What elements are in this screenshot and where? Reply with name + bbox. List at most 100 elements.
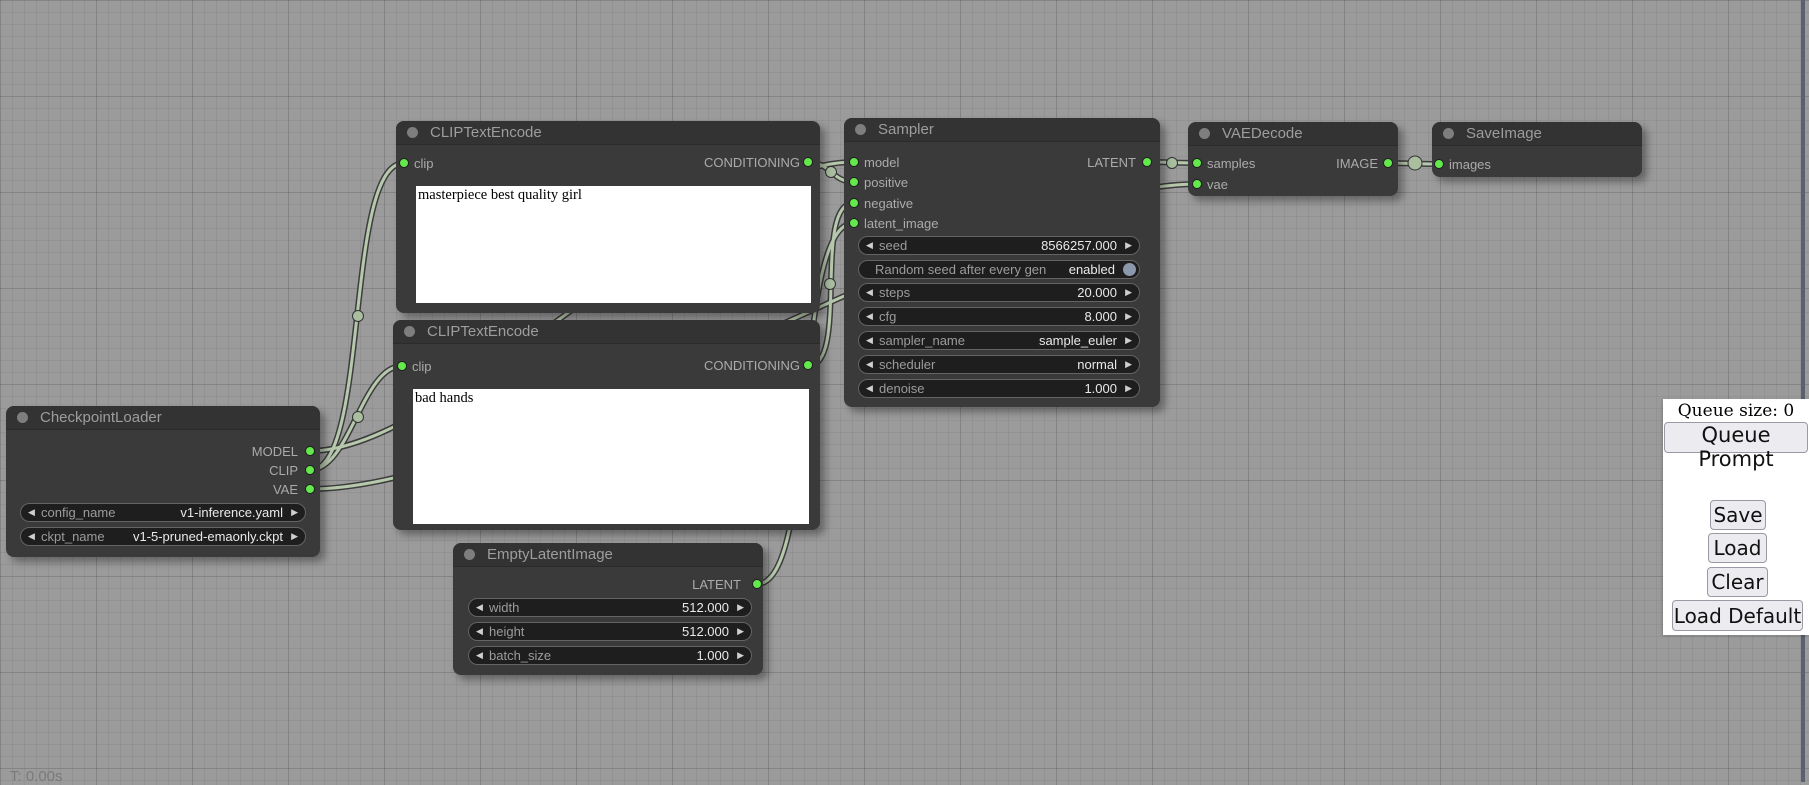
node-title-bar[interactable]: VAEDecode [1188,122,1398,146]
output-slot-clip[interactable] [305,465,315,475]
widget-label: width [489,599,519,616]
widget-label: ckpt_name [41,528,105,545]
widget-label: sampler_name [879,332,965,349]
output-slot-latent[interactable] [752,579,762,589]
widget-label: seed [879,237,907,254]
node-empty-latent-image[interactable]: EmptyLatentImage LATENT ◀ width 512.000 … [453,543,763,675]
node-title: CLIPTextEncode [430,124,542,141]
increment-arrow-icon[interactable]: ▶ [737,599,744,616]
widget-cfg[interactable]: ◀ cfg 8.000 ▶ [858,307,1140,326]
queue-prompt-button[interactable]: Queue Prompt [1664,422,1808,453]
page-scrollbar[interactable] [1801,0,1805,782]
increment-arrow-icon[interactable]: ▶ [1125,308,1132,325]
toggle-dot-icon[interactable] [1123,263,1136,276]
decrement-arrow-icon[interactable]: ◀ [28,504,35,521]
widget-sampler-name[interactable]: ◀ sampler_name sample_euler ▶ [858,331,1140,350]
collapse-dot-icon[interactable] [855,124,866,135]
node-title-bar[interactable]: CLIPTextEncode [396,121,820,145]
input-slot-samples[interactable] [1192,158,1202,168]
comfyui-canvas[interactable]: { "canvas": { "stats_text": "T: 0.00s" }… [0,0,1809,782]
input-slot-clip[interactable] [397,361,407,371]
load-default-button[interactable]: Load Default [1672,600,1803,631]
node-title: Sampler [878,121,934,138]
node-title-bar[interactable]: CLIPTextEncode [393,320,820,344]
widget-label: scheduler [879,356,935,373]
queue-panel: Queue size: 0 Queue Prompt Save Load Cle… [1663,399,1809,635]
decrement-arrow-icon[interactable]: ◀ [476,623,483,640]
widget-seed[interactable]: ◀ seed 8566257.000 ▶ [858,236,1140,255]
input-slot-model[interactable] [849,157,859,167]
output-label-latent: LATENT [1087,156,1136,169]
increment-arrow-icon[interactable]: ▶ [1125,237,1132,254]
input-slot-clip[interactable] [399,158,409,168]
node-clip-text-encode-negative[interactable]: CLIPTextEncode clip CONDITIONING bad han… [393,320,820,530]
node-title: VAEDecode [1222,125,1303,142]
node-save-image[interactable]: SaveImage images [1432,122,1642,177]
increment-arrow-icon[interactable]: ▶ [1125,332,1132,349]
load-button[interactable]: Load [1708,533,1767,563]
node-sampler[interactable]: Sampler model positive negative latent_i… [844,118,1160,407]
increment-arrow-icon[interactable]: ▶ [1125,284,1132,301]
node-title-bar[interactable]: Sampler [844,118,1160,142]
input-slot-negative[interactable] [849,198,859,208]
widget-scheduler[interactable]: ◀ scheduler normal ▶ [858,355,1140,374]
widget-value: 8.000 [1084,308,1117,325]
prompt-text-input[interactable]: bad hands [413,389,809,524]
node-title-bar[interactable]: EmptyLatentImage [453,543,763,567]
decrement-arrow-icon[interactable]: ◀ [476,599,483,616]
widget-ckpt-name[interactable]: ◀ ckpt_name v1-5-pruned-emaonly.ckpt ▶ [20,527,306,546]
widget-random-seed-toggle[interactable]: Random seed after every gen enabled [858,260,1140,279]
widget-label: config_name [41,504,115,521]
output-slot-latent[interactable] [1142,157,1152,167]
widget-steps[interactable]: ◀ steps 20.000 ▶ [858,283,1140,302]
input-slot-vae[interactable] [1192,179,1202,189]
output-slot-conditioning[interactable] [803,157,813,167]
collapse-dot-icon[interactable] [404,326,415,337]
decrement-arrow-icon[interactable]: ◀ [28,528,35,545]
widget-config-name[interactable]: ◀ config_name v1-inference.yaml ▶ [20,503,306,522]
input-label-model: model [864,156,899,169]
collapse-dot-icon[interactable] [407,127,418,138]
increment-arrow-icon[interactable]: ▶ [737,623,744,640]
decrement-arrow-icon[interactable]: ◀ [866,356,873,373]
node-clip-text-encode-positive[interactable]: CLIPTextEncode clip CONDITIONING masterp… [396,121,820,313]
node-title-bar[interactable]: CheckpointLoader [6,406,320,430]
increment-arrow-icon[interactable]: ▶ [1125,380,1132,397]
increment-arrow-icon[interactable]: ▶ [1125,356,1132,373]
decrement-arrow-icon[interactable]: ◀ [866,380,873,397]
output-slot-model[interactable] [305,446,315,456]
input-label-clip: clip [412,360,432,373]
widget-label: denoise [879,380,925,397]
prompt-text-input[interactable]: masterpiece best quality girl [416,186,811,303]
collapse-dot-icon[interactable] [1443,128,1454,139]
widget-batch-size[interactable]: ◀ batch_size 1.000 ▶ [468,646,752,665]
node-title-bar[interactable]: SaveImage [1432,122,1642,146]
collapse-dot-icon[interactable] [1199,128,1210,139]
node-checkpoint-loader[interactable]: CheckpointLoader MODEL CLIP VAE ◀ config… [6,406,320,557]
input-slot-latent-image[interactable] [849,218,859,228]
node-title: CLIPTextEncode [427,323,539,340]
clear-button[interactable]: Clear [1707,567,1768,597]
decrement-arrow-icon[interactable]: ◀ [866,237,873,254]
collapse-dot-icon[interactable] [17,412,28,423]
widget-denoise[interactable]: ◀ denoise 1.000 ▶ [858,379,1140,398]
increment-arrow-icon[interactable]: ▶ [737,647,744,664]
node-vae-decode[interactable]: VAEDecode samples vae IMAGE [1188,122,1398,196]
save-button[interactable]: Save [1710,500,1766,530]
decrement-arrow-icon[interactable]: ◀ [866,308,873,325]
output-slot-image[interactable] [1383,158,1393,168]
decrement-arrow-icon[interactable]: ◀ [866,284,873,301]
increment-arrow-icon[interactable]: ▶ [291,504,298,521]
output-slot-vae[interactable] [305,484,315,494]
input-slot-positive[interactable] [849,177,859,187]
output-slot-conditioning[interactable] [803,360,813,370]
widget-value: v1-5-pruned-emaonly.ckpt [133,528,283,545]
increment-arrow-icon[interactable]: ▶ [291,528,298,545]
input-slot-images[interactable] [1434,159,1444,169]
decrement-arrow-icon[interactable]: ◀ [866,332,873,349]
widget-label: steps [879,284,910,301]
decrement-arrow-icon[interactable]: ◀ [476,647,483,664]
collapse-dot-icon[interactable] [464,549,475,560]
widget-height[interactable]: ◀ height 512.000 ▶ [468,622,752,641]
widget-width[interactable]: ◀ width 512.000 ▶ [468,598,752,617]
